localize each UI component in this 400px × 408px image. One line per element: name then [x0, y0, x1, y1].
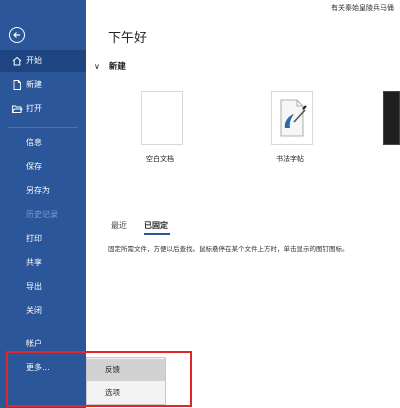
sidebar-item-save-as[interactable]: 另存为 [0, 180, 86, 202]
new-document-icon [13, 80, 21, 90]
sidebar-item-label: 历史记录 [26, 210, 58, 219]
menu-item-label: 反馈 [105, 365, 120, 374]
sidebar-item-label: 保存 [26, 162, 42, 171]
sidebar-item-home[interactable]: 开始 [0, 50, 86, 72]
menu-item-label: 选项 [105, 388, 120, 397]
sidebar-item-label: 新建 [26, 80, 42, 89]
sidebar-item-label: 更多... [26, 363, 50, 372]
template-calligraphy[interactable] [271, 91, 313, 145]
template-label: 书法字帖 [276, 155, 304, 163]
back-arrow-icon [13, 32, 20, 38]
template-blank-document[interactable] [141, 91, 183, 145]
template-label: 空白文档 [146, 155, 174, 163]
menu-item-feedback[interactable]: 反馈 [87, 359, 165, 381]
new-section-header[interactable]: ∨ 新建 [94, 60, 126, 72]
sidebar-item-label: 开始 [26, 56, 42, 65]
tab-active-indicator [144, 233, 170, 235]
sidebar-item-new[interactable]: 新建 [0, 74, 86, 96]
home-icon [12, 56, 22, 66]
sidebar-item-save[interactable]: 保存 [0, 156, 86, 178]
sidebar-item-print[interactable]: 打印 [0, 228, 86, 250]
sidebar-item-more[interactable]: 更多... [0, 357, 86, 379]
tab-recent[interactable]: 最近 [111, 220, 127, 231]
tab-pinned[interactable]: 已固定 [144, 220, 168, 231]
sidebar-item-label: 帐户 [26, 339, 42, 348]
more-menu-popup: 反馈 选项 [86, 357, 166, 405]
folder-open-icon [12, 105, 23, 113]
template-dark-partial[interactable] [383, 91, 400, 145]
sidebar-item-export[interactable]: 导出 [0, 276, 86, 298]
back-button[interactable] [9, 27, 25, 43]
sidebar-item-info[interactable]: 信息 [0, 132, 86, 154]
backstage-sidebar: 开始 新建 打开 信息 保存 另存为 历史记录 打印 共享 导出 关闭 帐户 更… [0, 0, 86, 408]
chevron-down-icon: ∨ [94, 62, 100, 71]
calligraphy-template-icon [280, 99, 307, 137]
sidebar-item-share[interactable]: 共享 [0, 252, 86, 274]
sidebar-item-label: 打印 [26, 234, 42, 243]
page-title: 下午好 [108, 31, 148, 46]
sidebar-item-label: 信息 [26, 138, 42, 147]
sidebar-item-label: 共享 [26, 258, 42, 267]
sidebar-item-label: 导出 [26, 282, 42, 291]
menu-item-options[interactable]: 选项 [87, 382, 165, 404]
sidebar-item-label: 打开 [26, 104, 42, 113]
pinned-hint-text: 固定所需文件，方便以后查找。鼠标悬停在某个文件上方时，单击显示的图钉图标。 [108, 245, 349, 253]
document-title-text: 有关秦始皇陵兵马俑 [331, 4, 394, 12]
sidebar-item-label: 另存为 [26, 186, 50, 195]
new-section-title: 新建 [108, 62, 126, 72]
sidebar-item-close[interactable]: 关闭 [0, 300, 86, 322]
sidebar-divider [8, 127, 78, 128]
sidebar-item-open[interactable]: 打开 [0, 98, 86, 120]
sidebar-item-history: 历史记录 [0, 204, 86, 226]
sidebar-item-label: 关闭 [26, 306, 42, 315]
sidebar-item-account[interactable]: 帐户 [0, 333, 86, 355]
